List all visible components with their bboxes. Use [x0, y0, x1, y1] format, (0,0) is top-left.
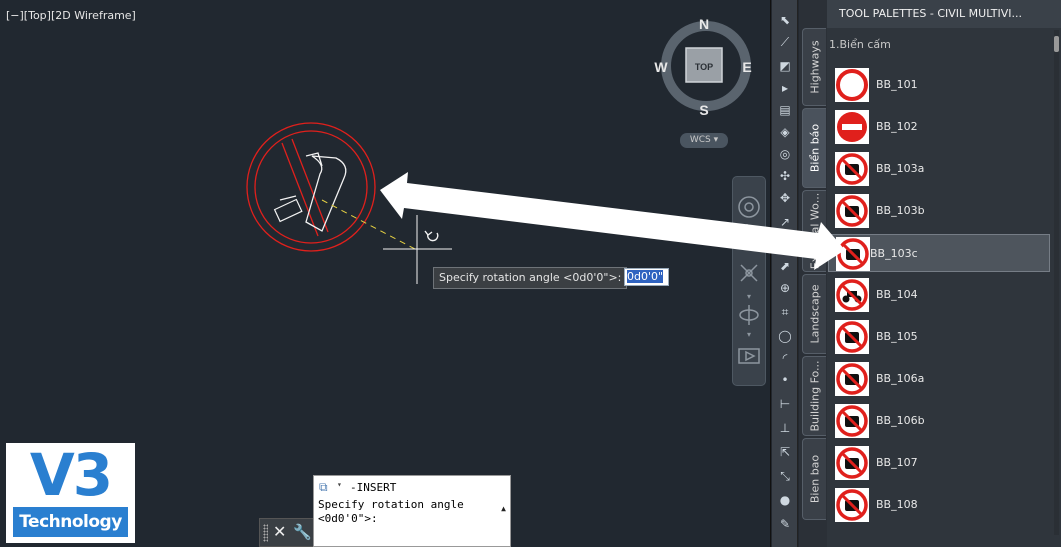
palette-item[interactable]: BB_104 [833, 276, 1049, 314]
palette-item-label: BB_105 [876, 330, 918, 343]
no-motorbikes-icon [835, 278, 869, 312]
no-trailers-icon [835, 488, 869, 522]
palette-item-label: BB_103a [876, 162, 925, 175]
palette-tool-strip: ⬉ ⟋ ◩ ▸ ▤ ◈ ◎ ✣ ✥ ↗ ⟷ ⬈ ⊕ ⌗ ◯ ◜ • ⊢ ⊥ ⇱ … [772, 0, 798, 547]
move-icon[interactable]: ✥ [777, 190, 793, 206]
palette-item-label: BB_101 [876, 78, 918, 91]
palette-title[interactable]: TOOL PALETTES - CIVIL MULTIVI... [827, 0, 1061, 28]
rotation-angle-value: 0d0'0" [627, 270, 664, 283]
tab-building-footprints[interactable]: Building Fo... [802, 356, 826, 436]
palette-item-label: BB_104 [876, 288, 918, 301]
no-trucks-icon [835, 362, 869, 396]
inserted-block-no-left-turn-sign [246, 122, 376, 252]
layer-icon[interactable]: ◈ [777, 124, 793, 140]
tab-label: Landscape [808, 284, 821, 344]
tab-label: Biển báo [808, 123, 821, 173]
palette-item[interactable]: BB_105 [833, 318, 1049, 356]
no-cars-icon [835, 152, 869, 186]
rotate-glyph-icon [424, 230, 439, 242]
stretch-icon[interactable]: ⇱ [777, 444, 793, 460]
no-entry-icon [835, 110, 869, 144]
palette-item-label: BB_106a [876, 372, 925, 385]
sphere-icon[interactable]: ● [777, 492, 793, 508]
no-cars-and-motorbikes-icon [835, 320, 869, 354]
palette-item-label: BB_107 [876, 456, 918, 469]
no-cars-turn-left-icon [836, 237, 870, 271]
logo-main: V3 [29, 441, 113, 509]
palette-scrollbar[interactable] [1054, 30, 1059, 535]
tab-label: Bien bao [808, 454, 821, 504]
tab-external-works[interactable]: External Wo... [802, 190, 826, 272]
command-line-panel[interactable]: ⧉ ▾ -INSERT Specify rotation angle <0d0'… [313, 475, 511, 547]
tab-label: Building Fo... [808, 360, 821, 432]
no-entry-both-icon [835, 68, 869, 102]
insert-command-icon[interactable]: ⧉ [319, 480, 335, 494]
globe-icon[interactable]: ◎ [777, 146, 793, 162]
palette-item-label: BB_102 [876, 120, 918, 133]
palette-item[interactable]: BB_102 [833, 108, 1049, 146]
palette-item[interactable]: BB_103c [828, 234, 1050, 272]
properties-icon[interactable]: ◩ [777, 58, 793, 74]
command-prompt-line2: <0d0'0">: [318, 512, 378, 525]
grid-snap-icon[interactable]: ⌗ [777, 304, 793, 320]
command-prompt: Specify rotation angle <0d0'0">: [318, 498, 498, 526]
circle-tool-icon[interactable]: ◯ [777, 328, 793, 344]
palette-tabs: Highways Biển báo External Wo... Landsca… [799, 0, 827, 547]
paint-icon[interactable]: ✎ [777, 516, 793, 532]
drag-grip-icon[interactable] [263, 524, 268, 542]
no-buses-icon [835, 446, 869, 480]
command-prompt-line1: Specify rotation angle [318, 498, 464, 511]
tool-palette: TOOL PALETTES - CIVIL MULTIVI... 1.Biển … [827, 0, 1061, 547]
palette-item[interactable]: BB_106a [833, 360, 1049, 398]
palette-item[interactable]: BB_101 [833, 66, 1049, 104]
scroll-up-icon[interactable]: ▲ [501, 504, 506, 513]
palette-item-label: BB_108 [876, 498, 918, 511]
scale-icon[interactable]: ⤡ [777, 468, 793, 484]
logo-sub: Technology [13, 507, 128, 537]
dimension-icon[interactable]: ⊢ [777, 396, 793, 412]
palette-item[interactable]: BB_107 [833, 444, 1049, 482]
target-icon[interactable]: ⊕ [777, 280, 793, 296]
tab-landscape[interactable]: Landscape [802, 274, 826, 354]
command-name: -INSERT [350, 481, 397, 494]
document-icon[interactable]: ▤ [777, 102, 793, 118]
rotation-rubber-band [321, 199, 416, 250]
palette-section-label: 1.Biển cấm [829, 38, 891, 51]
palette-item[interactable]: BB_106b [833, 402, 1049, 440]
close-icon[interactable]: ✕ [273, 522, 286, 542]
tab-label: External Wo... [808, 192, 821, 270]
rotation-angle-input[interactable]: 0d0'0" [624, 268, 669, 286]
dynamic-input-prompt: Specify rotation angle <0d0'0">: [433, 267, 628, 289]
point-icon[interactable]: • [777, 372, 793, 388]
no-heavy-trucks-icon [835, 404, 869, 438]
arc-tool-icon[interactable]: ◜ [777, 350, 793, 366]
tab-bien-bao-active[interactable]: Biển báo [802, 108, 826, 188]
palette-item[interactable]: BB_108 [833, 486, 1049, 524]
tab-label: Highways [808, 40, 821, 94]
v3-technology-logo: V3 Technology [6, 443, 135, 543]
align-icon[interactable]: ⊥ [777, 420, 793, 436]
pin-icon[interactable]: ⬈ [777, 258, 793, 274]
customize-wrench-icon[interactable]: 🔧 [293, 522, 312, 542]
line-tool-icon[interactable]: ⟋ [777, 34, 793, 50]
palette-item-label: BB_103b [876, 204, 925, 217]
measure-icon[interactable]: ⟷ [777, 236, 794, 252]
auto-hide-icon[interactable]: ▸ [777, 80, 793, 96]
palette-item-label: BB_103c [870, 247, 918, 260]
arrow-tool-icon[interactable]: ↗ [777, 214, 793, 230]
chevron-down-icon[interactable]: ▾ [337, 480, 342, 489]
scroll-thumb[interactable] [1054, 36, 1059, 52]
command-line-handle[interactable]: ✕ 🔧 [259, 518, 314, 547]
drawing-viewport[interactable]: [−][Top][2D Wireframe] TOP N S E W WCS ▾… [0, 0, 771, 547]
palette-item[interactable]: BB_103a [833, 150, 1049, 188]
palette-item-label: BB_106b [876, 414, 925, 427]
palette-item[interactable]: BB_103b [833, 192, 1049, 230]
tab-bien-bao[interactable]: Bien bao [802, 438, 826, 520]
tab-highways[interactable]: Highways [802, 28, 826, 106]
no-cars-turn-right-icon [835, 194, 869, 228]
select-arrow-icon[interactable]: ⬉ [777, 12, 793, 28]
snap-icon[interactable]: ✣ [777, 168, 793, 184]
block-car-glyph [273, 195, 303, 223]
